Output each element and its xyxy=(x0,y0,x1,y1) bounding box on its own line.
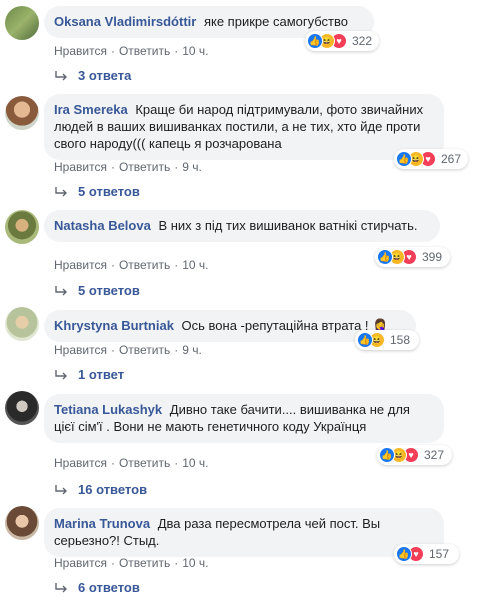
comment-bubble: Tetiana Lukashyk Дивно таке бачити.... в… xyxy=(44,394,444,443)
like-link[interactable]: Нравится xyxy=(54,44,107,58)
reply-link[interactable]: Ответить xyxy=(119,556,170,570)
comment-actions: Нравится · Ответить · 10 ч. xyxy=(54,258,209,272)
reaction-count: 157 xyxy=(429,547,450,561)
comment-actions: Нравится · Ответить · 10 ч. xyxy=(54,556,209,570)
like-link[interactable]: Нравится xyxy=(54,556,107,570)
view-replies-link[interactable]: 3 ответа xyxy=(54,68,131,83)
like-reaction-icon: 👍 xyxy=(377,249,393,265)
reactions-badge[interactable]: 👍 😆 158 xyxy=(355,330,419,350)
timestamp[interactable]: 10 ч. xyxy=(182,456,208,470)
like-reaction-icon: 👍 xyxy=(396,151,412,167)
comment-author[interactable]: Khrystyna Burtniak xyxy=(54,318,174,333)
avatar[interactable] xyxy=(5,96,39,130)
replies-count[interactable]: 3 ответа xyxy=(78,68,131,83)
like-link[interactable]: Нравится xyxy=(54,258,107,272)
comment-text: Ось вона -репутаційна втрата ! 🤦‍♀️ xyxy=(181,318,389,333)
comment-author[interactable]: Ira Smereka xyxy=(54,102,128,117)
avatar[interactable] xyxy=(5,6,39,40)
reply-link[interactable]: Ответить xyxy=(119,343,170,357)
reactions-badge[interactable]: 👍 😆 ♥ 399 xyxy=(375,247,450,267)
like-link[interactable]: Нравится xyxy=(54,343,107,357)
reaction-count: 322 xyxy=(352,34,373,48)
replies-count[interactable]: 6 ответов xyxy=(78,580,140,595)
comment-author[interactable]: Marina Trunova xyxy=(54,516,150,531)
reply-arrow-icon xyxy=(55,186,67,196)
timestamp[interactable]: 10 ч. xyxy=(182,44,208,58)
reply-link[interactable]: Ответить xyxy=(119,160,170,174)
reaction-count: 158 xyxy=(390,333,411,347)
timestamp[interactable]: 10 ч. xyxy=(182,258,208,272)
reply-arrow-icon xyxy=(55,369,67,379)
avatar[interactable] xyxy=(5,210,39,244)
view-replies-link[interactable]: 5 ответов xyxy=(54,184,140,199)
reactions-badge[interactable]: 👍 😆 ♥ 327 xyxy=(377,445,452,465)
reply-arrow-icon xyxy=(55,285,67,295)
replies-count[interactable]: 1 ответ xyxy=(78,367,124,382)
view-replies-link[interactable]: 5 ответов xyxy=(54,283,140,298)
reaction-count: 327 xyxy=(424,448,445,462)
comment-actions: Нравится · Ответить · 10 ч. xyxy=(54,44,209,58)
reactions-badge[interactable]: 👍 😆 ♥ 322 xyxy=(305,31,379,51)
view-replies-link[interactable]: 1 ответ xyxy=(54,367,124,382)
reactions-badge[interactable]: 👍 😆 ♥ 267 xyxy=(394,149,468,169)
reply-link[interactable]: Ответить xyxy=(119,456,170,470)
like-reaction-icon: 👍 xyxy=(357,332,373,348)
avatar[interactable] xyxy=(5,506,39,540)
comment-actions: Нравится · Ответить · 10 ч. xyxy=(54,456,209,470)
avatar[interactable] xyxy=(5,307,39,341)
comment-actions: Нравится · Ответить · 9 ч. xyxy=(54,160,202,174)
comment-author[interactable]: Natasha Belova xyxy=(54,218,151,233)
reply-arrow-icon xyxy=(55,582,67,592)
reply-arrow-icon xyxy=(55,70,67,80)
like-reaction-icon: 👍 xyxy=(307,33,323,49)
like-link[interactable]: Нравится xyxy=(54,456,107,470)
reply-arrow-icon xyxy=(55,484,67,494)
comment-text: яке прикре самогубство xyxy=(203,14,348,29)
reactions-badge[interactable]: 👍 ♥ 157 xyxy=(394,544,459,564)
timestamp[interactable]: 10 ч. xyxy=(182,556,208,570)
comment-bubble: Marina Trunova Два раза пересмотрела чей… xyxy=(44,508,444,557)
reaction-count: 399 xyxy=(422,250,443,264)
avatar[interactable] xyxy=(5,391,39,425)
comment-bubble: Natasha Belova В них з під тих вишиванок… xyxy=(44,210,440,242)
replies-count[interactable]: 5 ответов xyxy=(78,184,140,199)
comment-actions: Нравится · Ответить · 9 ч. xyxy=(54,343,202,357)
view-replies-link[interactable]: 6 ответов xyxy=(54,580,140,595)
comment-bubble: Ira Smereka Краще би народ підтримували,… xyxy=(44,94,444,160)
timestamp[interactable]: 9 ч. xyxy=(182,160,202,174)
comment-text: В них з під тих вишиванок ватнікі стирча… xyxy=(158,218,418,233)
reply-link[interactable]: Ответить xyxy=(119,44,170,58)
reaction-count: 267 xyxy=(441,152,462,166)
like-reaction-icon: 👍 xyxy=(396,546,412,562)
like-link[interactable]: Нравится xyxy=(54,160,107,174)
like-reaction-icon: 👍 xyxy=(379,447,395,463)
comment-author[interactable]: Tetiana Lukashyk xyxy=(54,402,162,417)
reply-link[interactable]: Ответить xyxy=(119,258,170,272)
timestamp[interactable]: 9 ч. xyxy=(182,343,202,357)
replies-count[interactable]: 16 ответов xyxy=(78,482,147,497)
replies-count[interactable]: 5 ответов xyxy=(78,283,140,298)
comment-author[interactable]: Oksana Vladimirsdóttir xyxy=(54,14,196,29)
view-replies-link[interactable]: 16 ответов xyxy=(54,482,147,497)
